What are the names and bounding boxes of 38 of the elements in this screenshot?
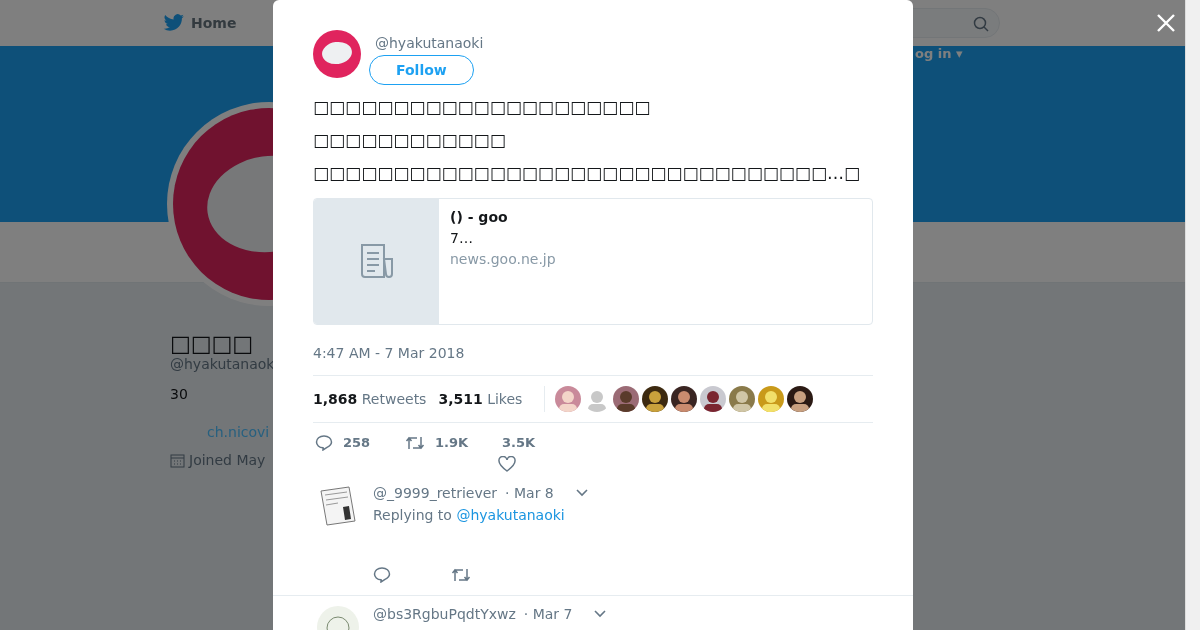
card-description: 7…: [450, 230, 474, 246]
reply-count: 258: [343, 435, 371, 450]
scrollbar[interactable]: [1185, 0, 1200, 630]
heart-icon[interactable]: [498, 456, 516, 472]
link-card[interactable]: () - goo 7… news.goo.ne.jp: [313, 198, 873, 325]
like-count: 3.5K: [502, 435, 536, 450]
calendar-icon: [170, 452, 185, 468]
mention-link[interactable]: @hyakutanaoki: [456, 507, 565, 523]
card-domain: news.goo.ne.jp: [450, 251, 556, 267]
search-icon[interactable]: [973, 16, 989, 32]
caret-icon[interactable]: [575, 489, 588, 497]
reply-date: · Mar 7: [523, 606, 573, 622]
tweet-timestamp: 4:47 AM - 7 Mar 2018: [313, 345, 873, 376]
follow-button[interactable]: Follow: [369, 55, 474, 85]
reply-icon[interactable]: [315, 435, 333, 451]
reply-date: · Mar 8: [505, 485, 554, 501]
stat-count[interactable]: 3,511 Likes: [438, 391, 523, 407]
profile-name: □□□□: [170, 331, 255, 356]
joined-date: Joined May: [189, 452, 266, 468]
retweet-count: 1.9K: [435, 435, 469, 450]
card-title: () - goo: [450, 209, 509, 225]
tweet-text-line: □□□□□□□□□□□□□□□□□□□□□: [313, 96, 651, 119]
caret-icon[interactable]: [594, 610, 607, 618]
close-icon[interactable]: [1156, 13, 1176, 33]
profile-bio: 30: [170, 386, 189, 402]
stat-count[interactable]: 1,868 Retweets: [313, 391, 427, 407]
author-avatar[interactable]: [313, 30, 361, 78]
newspaper-avatar[interactable]: [317, 485, 359, 527]
reply-handle[interactable]: @_9999_retriever: [373, 485, 498, 501]
tweet-text-line: □□□□□□□□□□□□: [313, 129, 506, 152]
retweet-icon[interactable]: [451, 567, 471, 583]
retweet-icon[interactable]: [405, 435, 425, 451]
reply-icon[interactable]: [373, 567, 391, 583]
reply-handle[interactable]: @bs3RgbuPqdtYxwz: [373, 606, 516, 622]
home-link[interactable]: Home: [191, 15, 237, 31]
tweet-text-line: □□□□□□□□□□□□□□□□□□□□□□□□□□□□□□□□…□: [313, 162, 861, 185]
author-handle[interactable]: @hyakutanaoki: [375, 35, 484, 51]
replying-to-text: Replying to @hyakutanaoki: [373, 507, 566, 523]
